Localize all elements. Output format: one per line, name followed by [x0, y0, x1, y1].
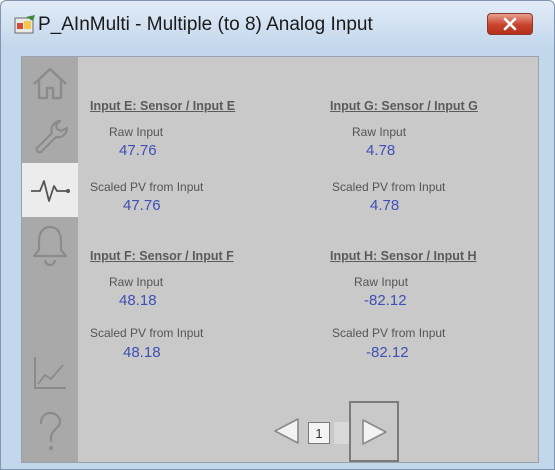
input-e-scaled-value: 47.76 — [123, 197, 161, 214]
input-f-raw-value: 48.18 — [119, 292, 157, 309]
previous-page-button[interactable] — [272, 416, 302, 446]
input-h-raw-value: -82.12 — [364, 292, 407, 309]
triangle-left-icon — [274, 418, 299, 444]
sidebar-item-alarms[interactable] — [22, 217, 78, 273]
sidebar-item-maintenance[interactable] — [22, 109, 78, 163]
title-bar[interactable]: P_AInMulti - Multiple (to 8) Analog Inpu… — [1, 1, 554, 47]
content-area: Input E: Sensor / Input E Raw Input 47.7… — [78, 57, 538, 462]
input-h-scaled-label: Scaled PV from Input — [332, 326, 446, 340]
page-number-1[interactable]: 1 — [308, 422, 330, 444]
input-g-title[interactable]: Input G: Sensor / Input G — [330, 99, 478, 113]
input-h-title[interactable]: Input H: Sensor / Input H — [330, 249, 477, 263]
input-f-scaled-value: 48.18 — [123, 344, 161, 361]
faceplate-window: P_AInMulti - Multiple (to 8) Analog Inpu… — [0, 0, 555, 470]
input-g-raw-label: Raw Input — [352, 125, 407, 139]
sidebar-nav — [22, 57, 78, 462]
input-f-scaled-label: Scaled PV from Input — [90, 326, 204, 340]
input-f-title[interactable]: Input F: Sensor / Input F — [90, 249, 234, 263]
bell-icon — [32, 225, 68, 267]
question-icon — [39, 411, 62, 450]
input-h-scaled-value: -82.12 — [366, 344, 409, 361]
sidebar-item-quick-trend[interactable] — [22, 343, 78, 403]
next-page-button[interactable] — [349, 401, 399, 462]
input-g-scaled-label: Scaled PV from Input — [332, 180, 446, 194]
input-f-raw-label: Raw Input — [109, 275, 164, 289]
sidebar-item-trends[interactable] — [22, 163, 78, 217]
home-icon — [33, 67, 67, 100]
faceplate-client: Input E: Sensor / Input E Raw Input 47.7… — [21, 56, 539, 463]
wrench-icon — [35, 119, 69, 154]
close-x-icon — [503, 17, 517, 31]
close-button[interactable] — [487, 13, 533, 35]
waveform-icon — [31, 180, 70, 202]
input-e-scaled-label: Scaled PV from Input — [90, 180, 204, 194]
input-g-raw-value: 4.78 — [366, 142, 396, 159]
input-e-title[interactable]: Input E: Sensor / Input E — [90, 99, 235, 113]
app-icon — [14, 15, 35, 34]
input-e-raw-value: 47.76 — [119, 142, 157, 159]
trend-chart-icon — [34, 357, 66, 389]
sidebar-item-help[interactable] — [22, 403, 78, 461]
sidebar-item-home[interactable] — [22, 57, 78, 109]
input-h-raw-label: Raw Input — [354, 275, 409, 289]
input-e-raw-label: Raw Input — [109, 125, 164, 139]
window-title: P_AInMulti - Multiple (to 8) Analog Inpu… — [38, 14, 373, 35]
input-g-scaled-value: 4.78 — [370, 197, 400, 214]
triangle-right-icon — [362, 418, 387, 445]
